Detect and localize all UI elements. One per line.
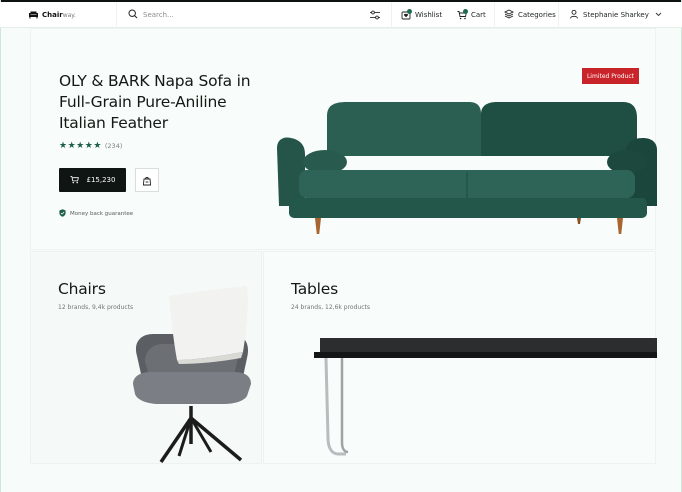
cart-icon [69,175,79,186]
header-divider [391,2,392,28]
filter-icon[interactable] [369,9,381,21]
shield-check-icon [59,209,66,219]
search-bar[interactable]: Search... [128,8,174,22]
star-icon: ★ [76,141,85,151]
category-card-chairs[interactable]: Chairs 12 brands, 9,4k products [30,251,262,464]
product-title[interactable]: OLY & BARK Napa Sofa in Full-Grain Pure-… [59,71,269,134]
cart-button[interactable]: Cart [457,8,486,22]
star-icon: ★ [84,141,93,151]
user-name: Stephanie Sharkey [583,11,649,19]
sofa-logo-icon [28,10,39,21]
star-icon: ★ [67,141,76,151]
chair-image [123,284,263,470]
logo-suffix: way. [62,11,76,19]
header-divider [558,2,559,28]
category-subtitle: 12 brands, 9,4k products [58,304,134,311]
buy-price-button[interactable]: £15,230 [59,168,126,192]
star-icon: ★ [59,141,68,151]
table-image [312,338,657,464]
left-border [0,0,1,492]
wishlist-button[interactable]: Wishlist [401,8,442,22]
add-to-cart-button[interactable] [135,168,159,192]
hero-product-banner[interactable]: OLY & BARK Napa Sofa in Full-Grain Pure-… [30,28,657,250]
logo-brand: Chair [42,11,63,19]
logo[interactable]: Chair way. [28,9,76,21]
user-icon [569,9,579,21]
header-divider [494,2,495,28]
categories-label: Categories [518,11,556,19]
product-rating: ★ ★ ★ ★ ★ (234) [59,141,122,151]
category-subtitle: 24 brands, 12,6k products [291,304,370,311]
category-card-tables[interactable]: Tables 24 brands, 12,6k products [263,251,657,464]
category-title: Tables [291,280,338,298]
search-icon [128,9,138,21]
wishlist-icon [401,9,412,20]
cart-add-icon [142,171,152,190]
chevron-down-icon [655,11,662,19]
guarantee-text: Money back guarantee [70,211,134,217]
category-title: Chairs [58,280,106,298]
rating-count: (234) [104,142,123,150]
search-input[interactable]: Search... [143,11,174,19]
cart-label: Cart [471,11,486,19]
top-navigation-bar: Chair way. Search... Wishlist Cart Categ… [0,2,682,28]
price-label: £15,230 [86,176,116,184]
limited-product-badge: Limited Product [582,68,639,84]
layers-icon [503,9,515,21]
wishlist-label: Wishlist [415,11,443,19]
user-menu[interactable]: Stephanie Sharkey [569,8,662,22]
categories-menu[interactable]: Categories [503,8,556,22]
guarantee-note: Money back guarantee [59,209,133,219]
sofa-image [277,74,657,238]
star-icon: ★ [93,141,102,151]
cart-icon [457,9,468,20]
header-divider [116,2,117,28]
